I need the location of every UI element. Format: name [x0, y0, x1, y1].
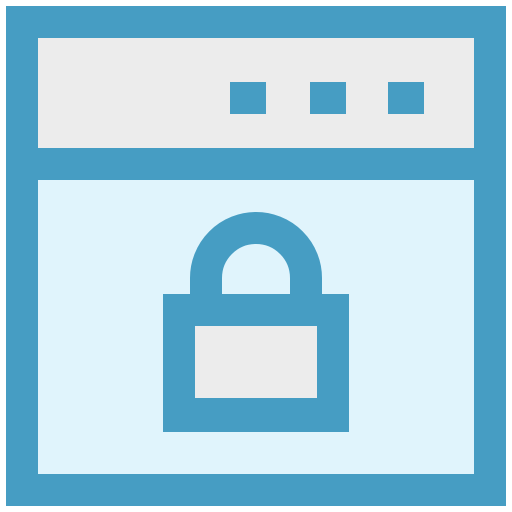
window-control-dot-icon: [388, 82, 424, 114]
window-controls: [230, 82, 424, 114]
window-control-dot-icon: [310, 82, 346, 114]
window-control-dot-icon: [230, 82, 266, 114]
padlock-body: [195, 326, 317, 398]
secure-browser-window-icon: [6, 6, 506, 506]
icon-canvas: [0, 0, 512, 512]
